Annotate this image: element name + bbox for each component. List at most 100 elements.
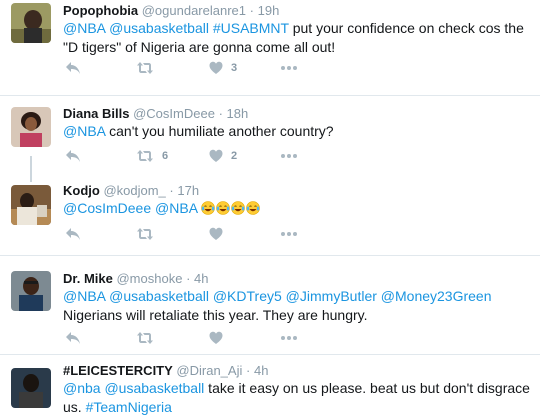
avatar[interactable] [11, 368, 51, 408]
tweet-text: @NBA @usabasketball #USABMNT put your co… [63, 19, 533, 57]
tweet-header: Popophobia @ogundarelanre1 · 19h [63, 3, 279, 19]
reply-icon [66, 150, 80, 162]
tweet-4[interactable]: Dr. Mike @moshoke · 4h @NBA @usabasketba… [0, 256, 540, 351]
retweet-icon [137, 62, 153, 74]
tweet-actions [63, 226, 363, 242]
mention-link[interactable]: @NBA [63, 123, 105, 139]
tweet-text: @NBA @usabasketball @KDTrey5 @JimmyButle… [63, 287, 533, 325]
more-button[interactable] [280, 60, 298, 76]
more-icon [281, 336, 297, 340]
mention-link[interactable]: @NBA [155, 200, 197, 216]
tweet-feed: Popophobia @ogundarelanre1 · 19h @NBA @u… [0, 0, 540, 416]
more-button[interactable] [280, 226, 298, 242]
tears-of-joy-emoji-1 [201, 201, 215, 215]
retweet-icon [137, 332, 153, 344]
more-icon [281, 232, 297, 236]
retweet-button[interactable] [136, 330, 154, 346]
tweet-actions [63, 330, 363, 346]
reply-icon [66, 62, 80, 74]
mention-link[interactable]: @Money23Green [381, 288, 492, 304]
like-count: 3 [231, 62, 238, 74]
like-icon [209, 61, 223, 74]
separator-dot: · [218, 106, 223, 121]
timestamp[interactable]: 18h [227, 106, 249, 121]
retweet-icon [137, 150, 153, 162]
tweet-1[interactable]: Popophobia @ogundarelanre1 · 19h @NBA @u… [0, 0, 540, 90]
retweet-button[interactable] [136, 226, 154, 242]
reply-button[interactable] [65, 148, 81, 164]
tweet-5[interactable]: #LEICESTERCITY @Diran_Aji · 4h @nba @usa… [0, 355, 540, 416]
like-icon [209, 227, 223, 240]
separator-dot: · [186, 271, 191, 286]
retweet-button[interactable]: 6 [136, 148, 168, 164]
mention-link[interactable]: @nba [63, 380, 101, 396]
tweet-header: Diana Bills @CosImDeee · 18h [63, 106, 248, 122]
display-name[interactable]: Dr. Mike [63, 271, 113, 286]
timestamp[interactable]: 4h [194, 271, 208, 286]
user-handle[interactable]: @kodjom_ [103, 183, 165, 198]
like-button[interactable]: 2 [209, 148, 237, 164]
avatar[interactable] [11, 185, 51, 225]
tweet-2[interactable]: Diana Bills @CosImDeee · 18h @NBA can't … [0, 96, 540, 176]
more-button[interactable] [280, 148, 298, 164]
tears-of-joy-emoji-3 [231, 201, 245, 215]
tears-of-joy-emoji-2 [216, 201, 230, 215]
separator-dot: · [246, 363, 251, 378]
mention-link[interactable]: @JimmyButler [286, 288, 377, 304]
retweet-count: 6 [162, 150, 169, 162]
display-name[interactable]: Diana Bills [63, 106, 129, 121]
user-handle[interactable]: @Diran_Aji [176, 363, 242, 378]
tweet-3[interactable]: Kodjo @kodjom_ · 17h @CosImDeee @NBA [0, 176, 540, 251]
tweet-header: #LEICESTERCITY @Diran_Aji · 4h [63, 363, 268, 379]
tweet-text: @nba @usabasketball take it easy on us p… [63, 379, 533, 417]
retweet-button[interactable] [136, 60, 162, 76]
tweet-header: Dr. Mike @moshoke · 4h [63, 271, 209, 287]
more-icon [281, 154, 297, 158]
retweet-icon [137, 228, 153, 240]
tweet-actions: 3 [63, 60, 363, 76]
mention-link[interactable]: @NBA [63, 20, 105, 36]
mention-link[interactable]: @NBA [63, 288, 105, 304]
tears-of-joy-emoji-4 [246, 201, 260, 215]
mention-link[interactable]: @usabasketball [109, 20, 209, 36]
mention-link[interactable]: @usabasketball [104, 380, 204, 396]
mention-link[interactable]: @KDTrey5 [213, 288, 282, 304]
like-button[interactable] [209, 226, 223, 242]
display-name[interactable]: #LEICESTERCITY [63, 363, 173, 378]
separator-dot: · [249, 3, 254, 18]
user-handle[interactable]: @CosImDeee [133, 106, 215, 121]
like-icon [209, 149, 223, 162]
like-icon [209, 331, 223, 344]
tweet-text: @CosImDeee @NBA [63, 199, 533, 218]
reply-icon [66, 228, 80, 240]
separator-dot: · [169, 183, 174, 198]
timestamp[interactable]: 4h [254, 363, 268, 378]
like-count: 2 [231, 150, 238, 162]
reply-button[interactable] [65, 330, 81, 346]
reply-button[interactable] [65, 60, 81, 76]
tweet-text: @NBA can't you humiliate another country… [63, 122, 533, 141]
timestamp[interactable]: 17h [177, 183, 199, 198]
more-icon [281, 66, 297, 70]
mention-link[interactable]: @usabasketball [109, 288, 209, 304]
hashtag-link[interactable]: #USABMNT [213, 20, 289, 36]
avatar[interactable] [11, 271, 51, 311]
display-name[interactable]: Popophobia [63, 3, 138, 18]
user-handle[interactable]: @ogundarelanre1 [142, 3, 246, 18]
more-button[interactable] [280, 330, 298, 346]
reply-button[interactable] [65, 226, 81, 242]
mention-link[interactable]: @CosImDeee [63, 200, 151, 216]
avatar[interactable] [11, 3, 51, 43]
tweet-header: Kodjo @kodjom_ · 17h [63, 183, 199, 199]
display-name[interactable]: Kodjo [63, 183, 100, 198]
reply-icon [66, 332, 80, 344]
like-button[interactable] [209, 330, 223, 346]
user-handle[interactable]: @moshoke [116, 271, 182, 286]
timestamp[interactable]: 19h [258, 3, 280, 18]
like-button[interactable]: 3 [209, 60, 237, 76]
tweet-actions: 6 2 [63, 148, 363, 164]
text-segment: can't you humiliate another country? [105, 123, 334, 139]
avatar[interactable] [11, 107, 51, 147]
text-segment: Nigerians will retaliate this year. They… [63, 307, 368, 323]
hashtag-link[interactable]: #TeamNigeria [86, 399, 172, 415]
